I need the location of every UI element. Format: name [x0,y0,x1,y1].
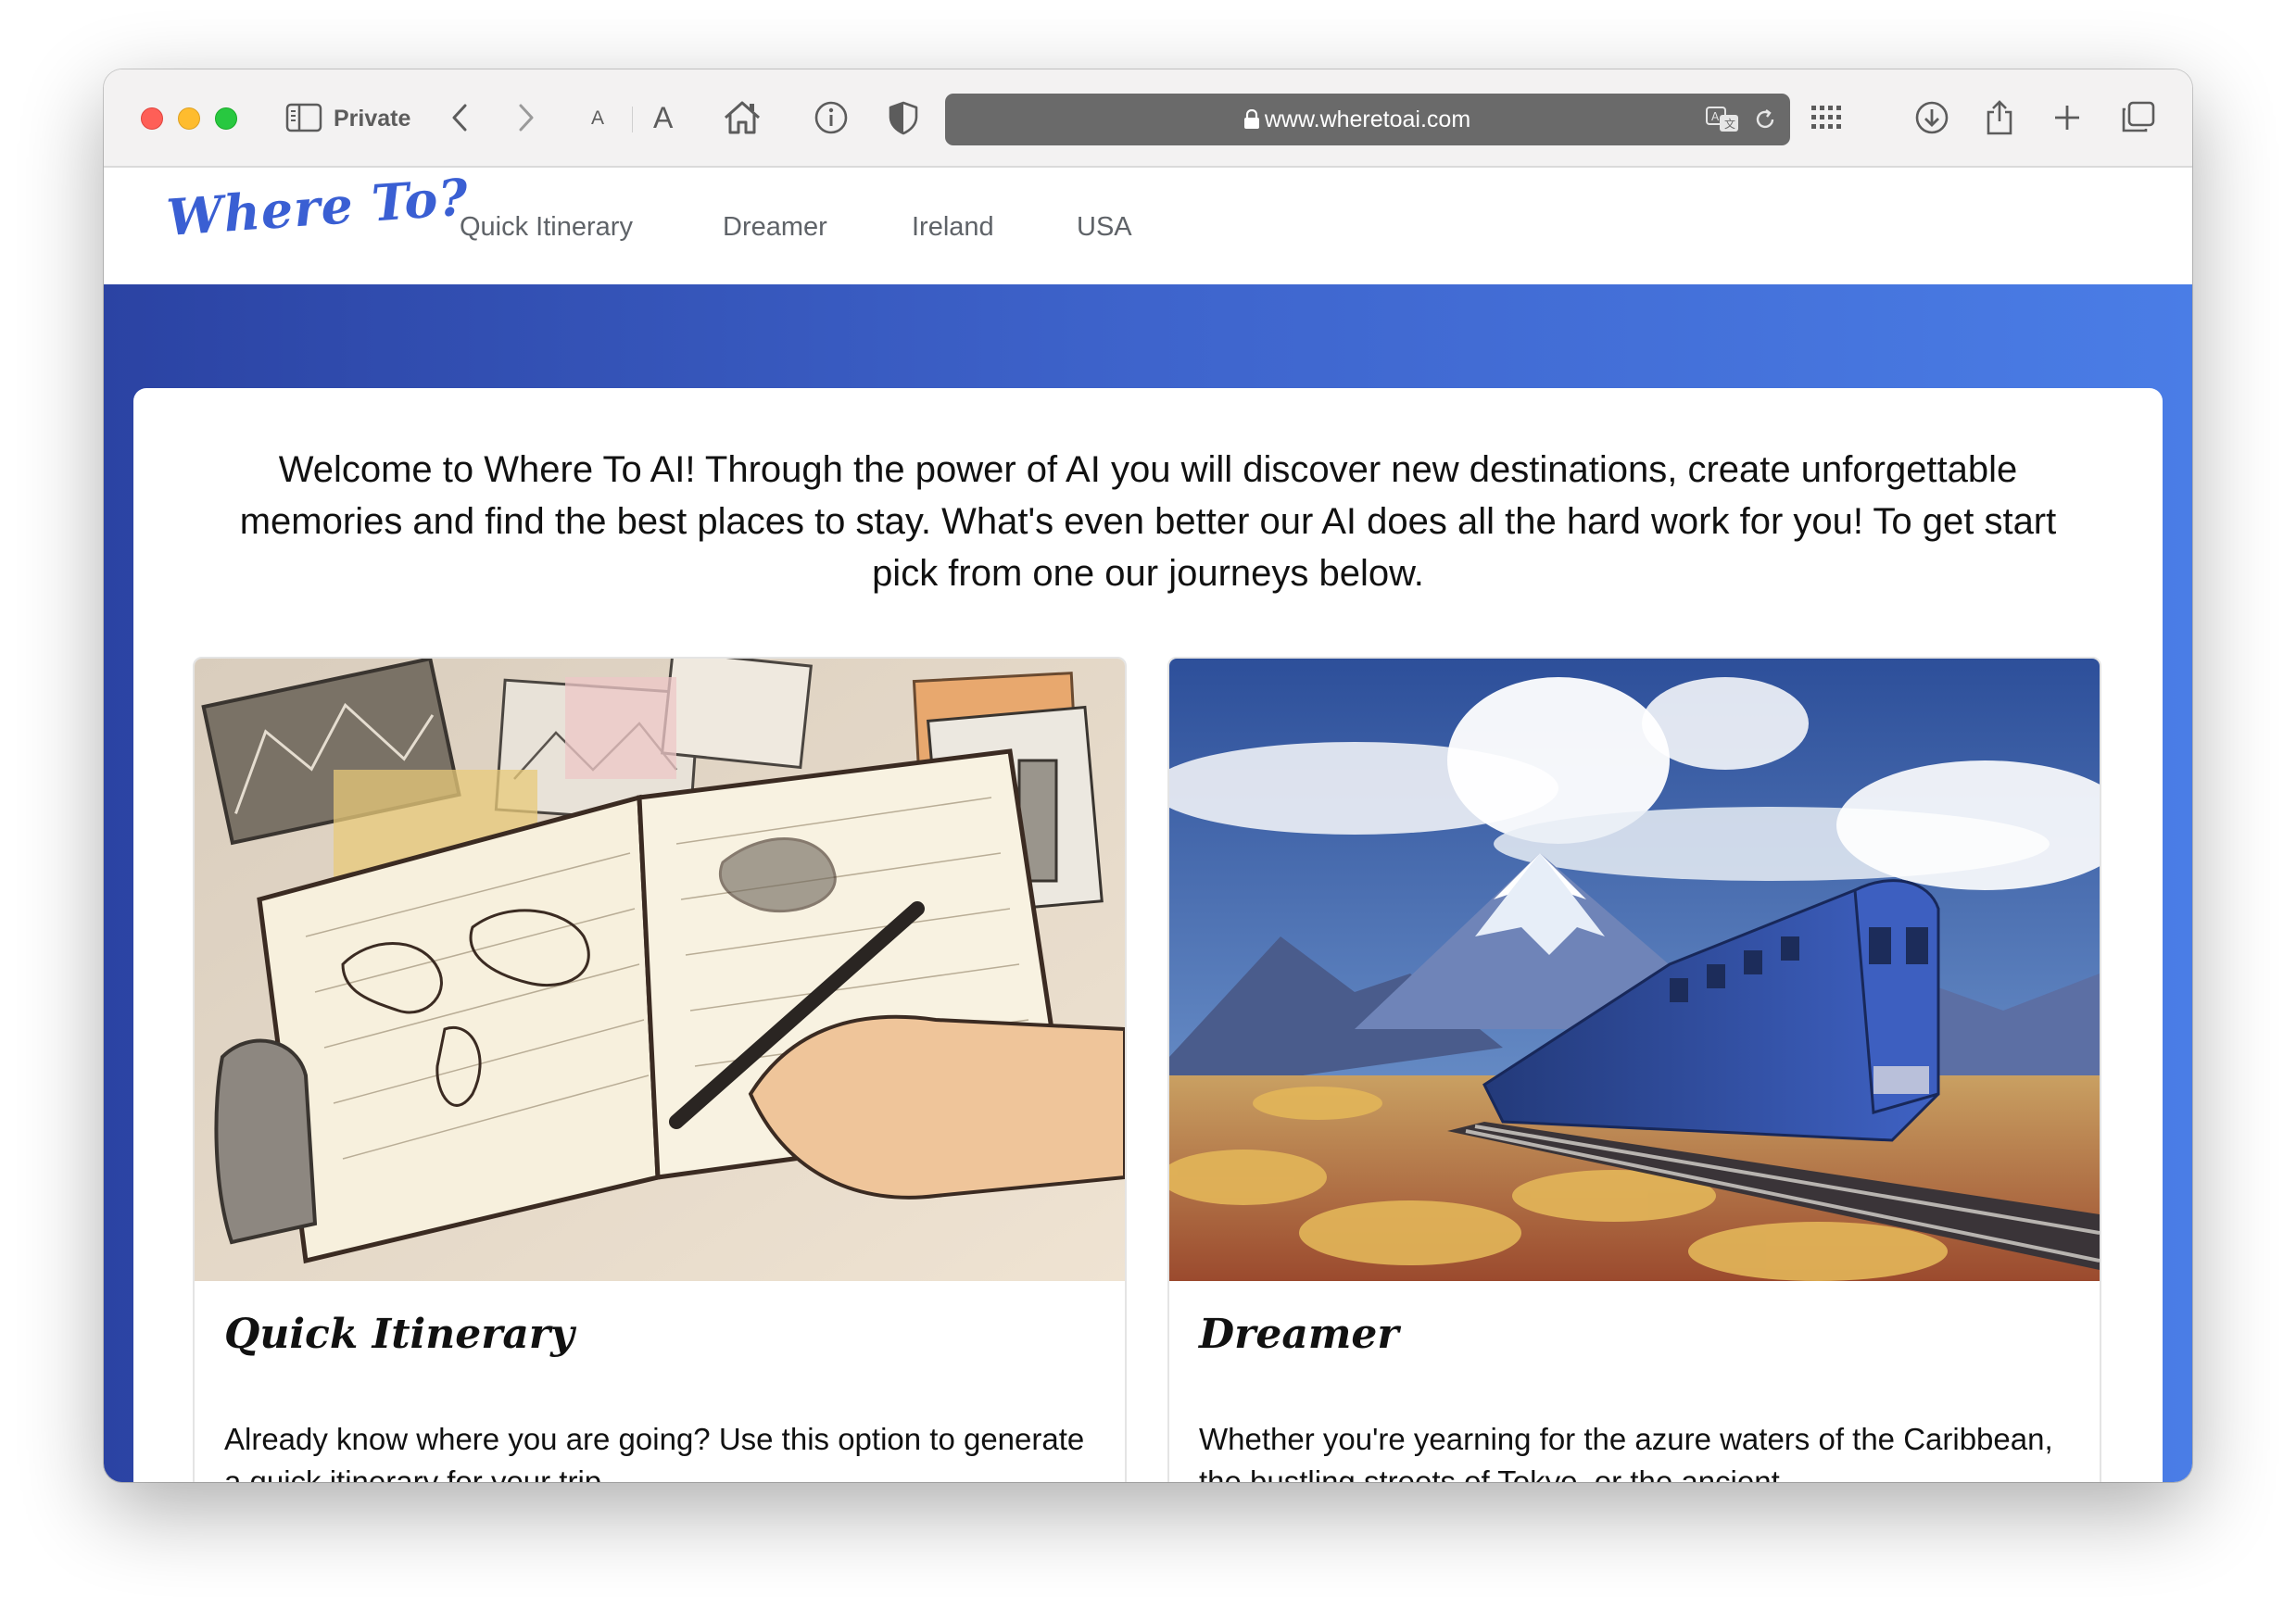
decrease-font-button[interactable]: A [591,105,604,132]
zoom-window-button[interactable] [215,107,237,130]
welcome-text: Welcome to Where To AI! Through the powe… [239,449,2057,594]
page-info-button[interactable] [814,96,849,139]
translate-icon[interactable]: A 文 [1705,106,1740,133]
forward-button[interactable] [515,96,537,139]
downloads-button[interactable] [1914,96,1949,139]
nav-link-ireland[interactable]: Ireland [912,208,994,245]
address-bar[interactable]: www.wheretoai.com A 文 [945,94,1790,145]
tab-overview-grid-button[interactable] [1810,96,1844,139]
svg-text:文: 文 [1724,117,1735,131]
chevron-right-icon [519,104,534,132]
home-button[interactable] [723,96,762,139]
font-size-divider [632,107,633,132]
info-icon [814,101,848,134]
increase-font-button[interactable]: A [653,98,673,137]
dreamer-description: Whether you're yearning for the azure wa… [1199,1422,2053,1482]
privacy-report-button[interactable] [888,96,919,139]
main-content-card: Welcome to Where To AI! Through the powe… [133,388,2163,1482]
download-icon [1915,101,1949,134]
nav-link-quick-itinerary[interactable]: Quick Itinerary [460,208,633,245]
site-header: Where To? Quick Itinerary Dreamer Irelan… [104,167,2192,284]
quick-itinerary-title: Quick Itinerary [224,1311,574,1358]
nav-link-usa[interactable]: USA [1077,208,1132,245]
browser-window: Private A A www.wheretoai.com A 文 Where … [104,69,2192,1482]
journey-card-dreamer[interactable]: Dreamer Whether you're yearning for the … [1167,657,2101,1482]
share-button[interactable] [1985,96,2014,139]
plus-icon [2055,106,2079,130]
sidebar-toggle-button[interactable] [285,96,322,139]
shield-icon [889,101,918,135]
url-text: www.wheretoai.com [1264,107,1471,132]
dreamer-title: Dreamer [1199,1311,1399,1358]
minimize-window-button[interactable] [178,107,200,130]
show-tabs-button[interactable] [2120,96,2155,139]
tabs-overview-icon [2122,101,2155,132]
browser-toolbar: Private A A www.wheretoai.com A 文 [104,69,2192,168]
quick-itinerary-description: Already know where you are going? Use th… [224,1422,1085,1482]
journey-card-quick-itinerary[interactable]: Quick Itinerary Already know where you a… [193,657,1127,1482]
dreamer-image [1169,659,2100,1281]
sidebar-icon [285,103,322,132]
private-mode-label: Private [334,106,411,132]
site-logo[interactable]: Where To? [165,167,471,247]
close-window-button[interactable] [141,107,163,130]
nav-link-dreamer[interactable]: Dreamer [723,208,827,245]
hero-section: Welcome to Where To AI! Through the powe… [104,284,2192,1482]
new-tab-button[interactable] [2053,96,2081,139]
share-icon [1987,100,2012,135]
chevron-left-icon [452,104,467,132]
grid-icon [1811,106,1841,129]
svg-text:A: A [1711,110,1720,123]
quick-itinerary-image [195,659,1125,1281]
home-icon [725,101,760,134]
back-button[interactable] [448,96,471,139]
reload-icon[interactable] [1753,107,1777,132]
